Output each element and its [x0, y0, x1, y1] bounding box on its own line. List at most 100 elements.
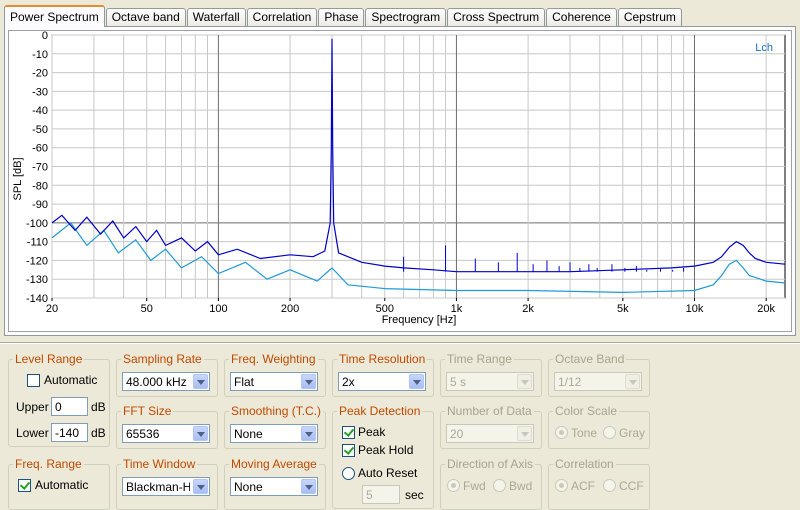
freq-automatic-checkbox[interactable] — [18, 479, 31, 492]
tone-radio[interactable] — [555, 426, 568, 439]
peak-detection-title: Peak Detection — [337, 404, 423, 418]
bwd-radio[interactable] — [493, 479, 506, 492]
chevron-down-icon — [301, 479, 316, 494]
fwd-radio[interactable] — [447, 479, 460, 492]
time-window-group: Time Window Blackman-H — [116, 457, 218, 510]
bwd-label: Bwd — [509, 479, 533, 493]
fft-size-select[interactable]: 65536 — [122, 424, 210, 443]
y-tick-label: -10 — [32, 49, 48, 61]
chevron-down-icon — [409, 374, 424, 389]
y-tick-label: -60 — [32, 143, 48, 155]
time-window-select[interactable]: Blackman-H — [122, 477, 210, 496]
tab-panel: 0 -10 -20 -30 -40 -50 -60 -70 -80 -90 -100 -110 -120… — [4, 26, 796, 336]
tab-octave-band[interactable]: Octave band — [105, 8, 186, 26]
peak-label: Peak — [358, 425, 386, 439]
octave-band-title: Octave Band — [553, 352, 627, 366]
y-tick-label: -20 — [32, 68, 48, 80]
y-tick-label: -130 — [26, 274, 48, 286]
ccf-radio[interactable] — [603, 479, 616, 492]
time-range-value: 5 s — [450, 375, 467, 389]
acf-radio[interactable] — [555, 479, 568, 492]
reset-time-input[interactable]: 5 — [362, 485, 400, 504]
lower-unit: dB — [91, 426, 106, 440]
fft-size-group: FFT Size 65536 — [116, 404, 218, 449]
octave-band-select[interactable]: 1/12 — [554, 372, 642, 391]
y-tick-label: -40 — [32, 105, 48, 117]
correlation-group: Correlation ACF CCF — [548, 457, 650, 510]
y-tick-label: 0 — [42, 31, 48, 42]
moving-average-value: None — [234, 480, 263, 494]
level-automatic-checkbox[interactable] — [27, 374, 40, 387]
tab-correlation[interactable]: Correlation — [246, 8, 318, 26]
chevron-down-icon — [301, 426, 316, 441]
lower-level-input[interactable]: -140 — [51, 423, 88, 442]
peak-checkbox[interactable] — [342, 426, 355, 439]
sampling-rate-select[interactable]: 48.000 kHz — [122, 372, 210, 391]
sampling-rate-value: 48.000 kHz — [126, 375, 187, 389]
freq-weighting-select[interactable]: Flat — [230, 372, 318, 391]
smoothing-title: Smoothing (T.C.) — [229, 404, 324, 418]
y-tick-label: -90 — [32, 199, 48, 211]
number-of-data-select[interactable]: 20 — [446, 424, 534, 443]
moving-average-title: Moving Average — [229, 457, 319, 471]
x-tick-label: 5k — [617, 303, 629, 315]
chevron-down-icon — [625, 374, 640, 389]
peak-hold-label: Peak Hold — [358, 443, 414, 457]
tone-label: Tone — [571, 426, 598, 440]
octave-band-value: 1/12 — [558, 375, 582, 389]
tab-power-spectrum[interactable]: Power Spectrum — [4, 5, 105, 27]
fft-size-title: FFT Size — [121, 404, 174, 418]
chevron-down-icon — [301, 374, 316, 389]
level-automatic-label: Automatic — [44, 373, 98, 387]
y-tick-label: -80 — [32, 180, 48, 192]
y-tick-label: -100 — [26, 218, 48, 230]
y-tick-label: -50 — [32, 124, 48, 136]
sampling-rate-title: Sampling Rate — [121, 352, 204, 366]
auto-reset-radio[interactable] — [342, 467, 355, 480]
time-range-title: Time Range — [445, 352, 514, 366]
time-window-title: Time Window — [121, 457, 198, 471]
fwd-label: Fwd — [463, 479, 486, 493]
y-axis-label: SPL [dB] — [12, 157, 24, 200]
y-tick-label: -140 — [26, 293, 48, 305]
time-resolution-title: Time Resolution — [337, 352, 428, 366]
number-of-data-value: 20 — [450, 427, 464, 441]
ccf-label: CCF — [619, 479, 644, 493]
channel-label: Lch — [755, 42, 773, 54]
gray-radio[interactable] — [603, 426, 616, 439]
time-resolution-group: Time Resolution 2x — [332, 352, 434, 397]
smoothing-select[interactable]: None — [230, 424, 318, 443]
x-tick-label: 200 — [281, 303, 299, 315]
peak-hold-checkbox[interactable] — [342, 444, 355, 457]
upper-level-input[interactable]: 0 — [51, 397, 88, 416]
tab-coherence[interactable]: Coherence — [546, 8, 617, 26]
tab-cepstrum[interactable]: Cepstrum — [617, 8, 682, 26]
color-scale-title: Color Scale — [553, 404, 620, 418]
moving-average-group: Moving Average None — [224, 457, 326, 510]
tab-phase[interactable]: Phase — [318, 8, 365, 26]
tab-waterfall[interactable]: Waterfall — [186, 8, 246, 26]
y-tick-label: -110 — [27, 237, 48, 249]
direction-of-axis-title: Direction of Axis — [445, 457, 536, 471]
peak-detection-group: Peak Detection Peak Peak Hold Auto Reset… — [332, 404, 434, 509]
direction-of-axis-group: Direction of Axis Fwd Bwd — [440, 457, 542, 510]
x-axis-label: Frequency [Hz] — [382, 314, 457, 326]
moving-average-select[interactable]: None — [230, 477, 318, 496]
tab-cross-spectrum[interactable]: Cross Spectrum — [447, 8, 546, 26]
x-tick-label: 10k — [686, 303, 704, 315]
number-of-data-group: Number of Data 20 — [440, 404, 542, 449]
chevron-down-icon — [193, 426, 208, 441]
time-range-group: Time Range 5 s — [440, 352, 542, 397]
correlation-title: Correlation — [553, 457, 616, 471]
tab-spectrogram[interactable]: Spectrogram — [365, 8, 447, 26]
upper-label: Upper — [16, 400, 49, 414]
time-window-value: Blackman-H — [126, 480, 190, 494]
octave-band-group: Octave Band 1/12 — [548, 352, 650, 397]
time-resolution-select[interactable]: 2x — [338, 372, 426, 391]
x-tick-label: 20 — [46, 303, 58, 315]
chevron-down-icon — [517, 426, 532, 441]
freq-range-title: Freq. Range — [13, 457, 84, 471]
gray-label: Gray — [619, 426, 646, 440]
y-tick-label: -120 — [26, 255, 48, 267]
time-range-select[interactable]: 5 s — [446, 372, 534, 391]
